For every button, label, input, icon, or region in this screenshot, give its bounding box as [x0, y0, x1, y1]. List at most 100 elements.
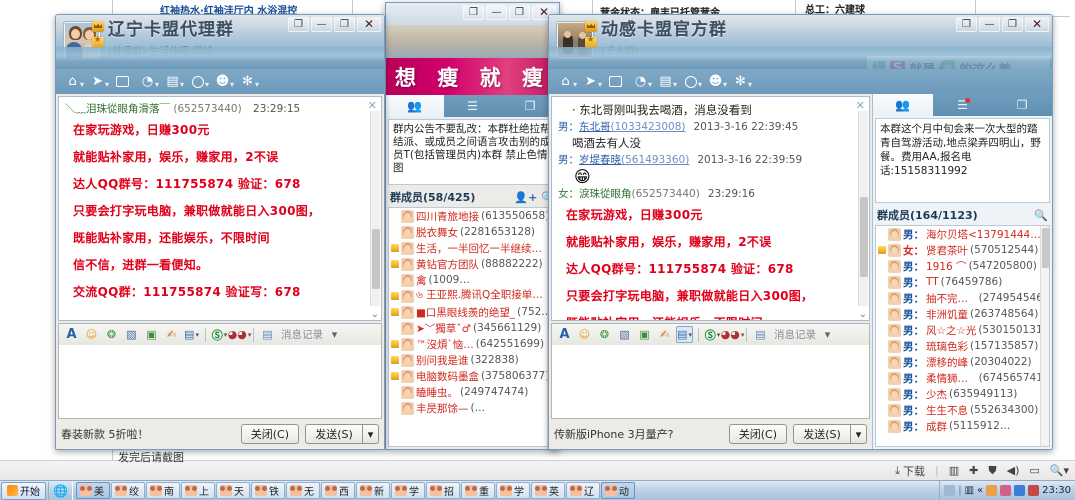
taskbar-item[interactable]: 重: [460, 482, 495, 499]
magic-emoji-icon[interactable]: ❂: [103, 326, 120, 343]
sound-tray-icon[interactable]: [1028, 485, 1040, 496]
file-icon[interactable]: ◔ ▾: [629, 71, 652, 92]
member-list-item[interactable]: 男： 1916 ⌒ (547205800): [876, 258, 1049, 274]
window-controls[interactable]: ❐ — ❐ ✕: [956, 17, 1049, 32]
message-input[interactable]: [58, 345, 382, 419]
close-button[interactable]: ✕: [1025, 17, 1049, 32]
album-icon[interactable]: [111, 71, 134, 92]
share-icon[interactable]: ➤ ▾: [86, 71, 109, 92]
member-list-item[interactable]: 女： 贤君茶叶 (570512544): [876, 242, 1049, 258]
members-list[interactable]: 四川青旅地接 (613550658) 脱衣舞女 (2281653128) 生活，一半回忆…: [388, 207, 557, 447]
tab-list[interactable]: ☰: [444, 95, 502, 117]
monitor-icon[interactable]: ▭: [1029, 464, 1039, 477]
file-icon[interactable]: ◔ ▾: [136, 71, 159, 92]
qq-group-window-right[interactable]: 动感卡盟官方群 (千人群) 绿 S 就是 瘦 的这么美 ❐ — ❐ ✕ ⌂▾ ➤…: [548, 14, 1053, 450]
taskbar[interactable]: 开始 🌐 美 绞 南 上 天 铁 无 西 新 学 招 重 学 英 辽 动 | ▥ « 23:30: [0, 480, 1075, 500]
maximize-button[interactable]: ❐: [334, 17, 355, 32]
settings-icon[interactable]: ✻ ▾: [729, 71, 752, 92]
message-view[interactable]: ✕ ＼﹏泪珠從眼角滑落￣ (652573440) 23:29:15 在家玩游戏，…: [58, 96, 382, 321]
close-chat-button[interactable]: 关闭(C): [728, 424, 787, 444]
image-icon[interactable]: ▣: [143, 326, 160, 343]
member-list-item[interactable]: ™沒煩`恼… (642551699): [389, 336, 556, 352]
member-list-item[interactable]: 男： 非洲饥童 (263748564): [876, 306, 1049, 322]
members-scrollbar[interactable]: [1040, 226, 1049, 446]
member-list-item[interactable]: ৬ 王亚熙.腾讯Q全职接单…: [389, 288, 556, 304]
member-list-item[interactable]: 禽 (1009…: [389, 272, 556, 288]
settings-icon[interactable]: ✻ ▾: [236, 71, 259, 92]
face-icon[interactable]: ☻ ▾: [211, 71, 234, 92]
close-chat-button[interactable]: 关闭(C): [240, 424, 299, 444]
member-list-item[interactable]: 男： 生生不息 (552634300): [876, 402, 1049, 418]
ad-banner-green-wrap[interactable]: 绿 S 就是 瘦 的这么美: [867, 56, 1050, 69]
share-icon[interactable]: ➤ ▾: [579, 71, 602, 92]
taskbar-item[interactable]: 铁: [250, 482, 285, 499]
chevron-down-icon[interactable]: ▾: [326, 326, 343, 343]
member-list-item[interactable]: 丰昃那馀— (…: [389, 400, 556, 416]
font-icon[interactable]: A: [556, 326, 573, 343]
member-list-item[interactable]: 男： 少杰 (635949113): [876, 386, 1049, 402]
tab-windows[interactable]: ❐: [992, 94, 1052, 116]
download-status-button[interactable]: ⤓ 下载: [895, 463, 925, 479]
taskbar-items[interactable]: 美绞南上天铁无西新学招重学英辽动: [73, 482, 939, 499]
home-icon[interactable]: ⌂ ▾: [554, 71, 577, 92]
clock[interactable]: 23:30: [1042, 485, 1071, 496]
message-uin[interactable]: (1033423008): [611, 121, 686, 133]
member-list-item[interactable]: 男： TT (76459786): [876, 274, 1049, 290]
minimize-button[interactable]: —: [311, 17, 332, 32]
window-controls[interactable]: ❐ — ❐ ✕: [288, 17, 381, 32]
file-send-icon[interactable]: ▤ ▾: [676, 326, 693, 343]
message-nickname[interactable]: 岁堤春晓: [579, 154, 621, 166]
member-list-item[interactable]: 男： 琉璃色彩 (157135857): [876, 338, 1049, 354]
search-s-icon[interactable]: Ⓢ ▾: [704, 326, 721, 343]
home-icon[interactable]: ⌂ ▾: [61, 71, 84, 92]
volume-icon[interactable]: ◀): [1007, 464, 1020, 477]
member-list-item[interactable]: 男： 海尔贝塔<1379144444…: [876, 226, 1049, 242]
chatlog-icon[interactable]: ▤: [259, 326, 276, 343]
taskbar-item[interactable]: 天: [215, 482, 250, 499]
app-icon[interactable]: ▤ ▾: [161, 71, 184, 92]
qq-group-window-left[interactable]: 辽宁卡盟代理群 (普通群) 生活休闲-同城 ❐ — ❐ ✕ ⌂▾ ➤▾ ◔▾ ▤…: [55, 14, 385, 450]
image-icon[interactable]: ▣: [636, 326, 653, 343]
side-panel-tabs[interactable]: 👥 ☰ ❐: [386, 95, 559, 117]
file-send-icon[interactable]: ▤ ▾: [183, 326, 200, 343]
message-scrollbar[interactable]: [370, 111, 380, 306]
member-list-item[interactable]: 生活，一半回忆一半继续…: [389, 240, 556, 256]
taskbar-item[interactable]: 绞: [110, 482, 145, 499]
message-nickname[interactable]: 淚珠從眼角: [579, 188, 632, 200]
member-list-item[interactable]: 四川青旅地接 (613550658): [389, 208, 556, 224]
emoji-icon[interactable]: ☺: [576, 326, 593, 343]
face-icon[interactable]: ☻ ▾: [704, 71, 727, 92]
member-list-item[interactable]: 别问我是谁 (322838): [389, 352, 556, 368]
chatlog-icon[interactable]: ▤: [752, 326, 769, 343]
add-member-icon[interactable]: 👤+: [514, 191, 537, 204]
member-list-item[interactable]: 脱衣舞女 (2281653128): [389, 224, 556, 240]
restore-button[interactable]: ❐: [463, 5, 484, 20]
taskbar-item[interactable]: 无: [285, 482, 320, 499]
tab-list[interactable]: ☰: [933, 94, 993, 116]
send-button[interactable]: 发送(S): [305, 424, 363, 444]
member-list-item[interactable]: 电脑数码墨盒 (375806377): [389, 368, 556, 384]
tab-members[interactable]: 👥: [386, 95, 444, 117]
restore-button[interactable]: ❐: [288, 17, 309, 32]
message-input[interactable]: [551, 345, 870, 419]
restore-button[interactable]: ❐: [956, 17, 977, 32]
taskbar-item[interactable]: 西: [320, 482, 355, 499]
search-icon[interactable]: 🔍: [1034, 209, 1048, 222]
shield-icon[interactable]: ⛊: [988, 464, 996, 478]
taskbar-item[interactable]: 学: [390, 482, 425, 499]
ad-banner-pink[interactable]: 想 瘦 就 瘦: [386, 58, 559, 95]
taskbar-item[interactable]: 辽: [565, 482, 600, 499]
app-icon[interactable]: ▤ ▾: [654, 71, 677, 92]
quick-launch-bar[interactable]: 🌐: [48, 481, 73, 500]
screenshot-icon[interactable]: ▧: [123, 326, 140, 343]
message-uin[interactable]: (652573440): [632, 188, 700, 200]
search-icon[interactable]: 🔍▾: [1050, 464, 1069, 477]
shake-icon[interactable]: ✍: [656, 326, 673, 343]
message-uin[interactable]: (561493360): [621, 154, 689, 166]
ad-banner-green[interactable]: 绿 S 就是 瘦 的这么美: [867, 56, 1050, 69]
message-nickname[interactable]: 东北哥: [579, 121, 611, 133]
scroll-down-icon[interactable]: ⌄: [859, 309, 867, 320]
send-options-button[interactable]: ▾: [851, 424, 867, 444]
start-button[interactable]: 开始: [1, 481, 46, 500]
member-list-item[interactable]: 黄钻官方团队 (88882222): [389, 256, 556, 272]
